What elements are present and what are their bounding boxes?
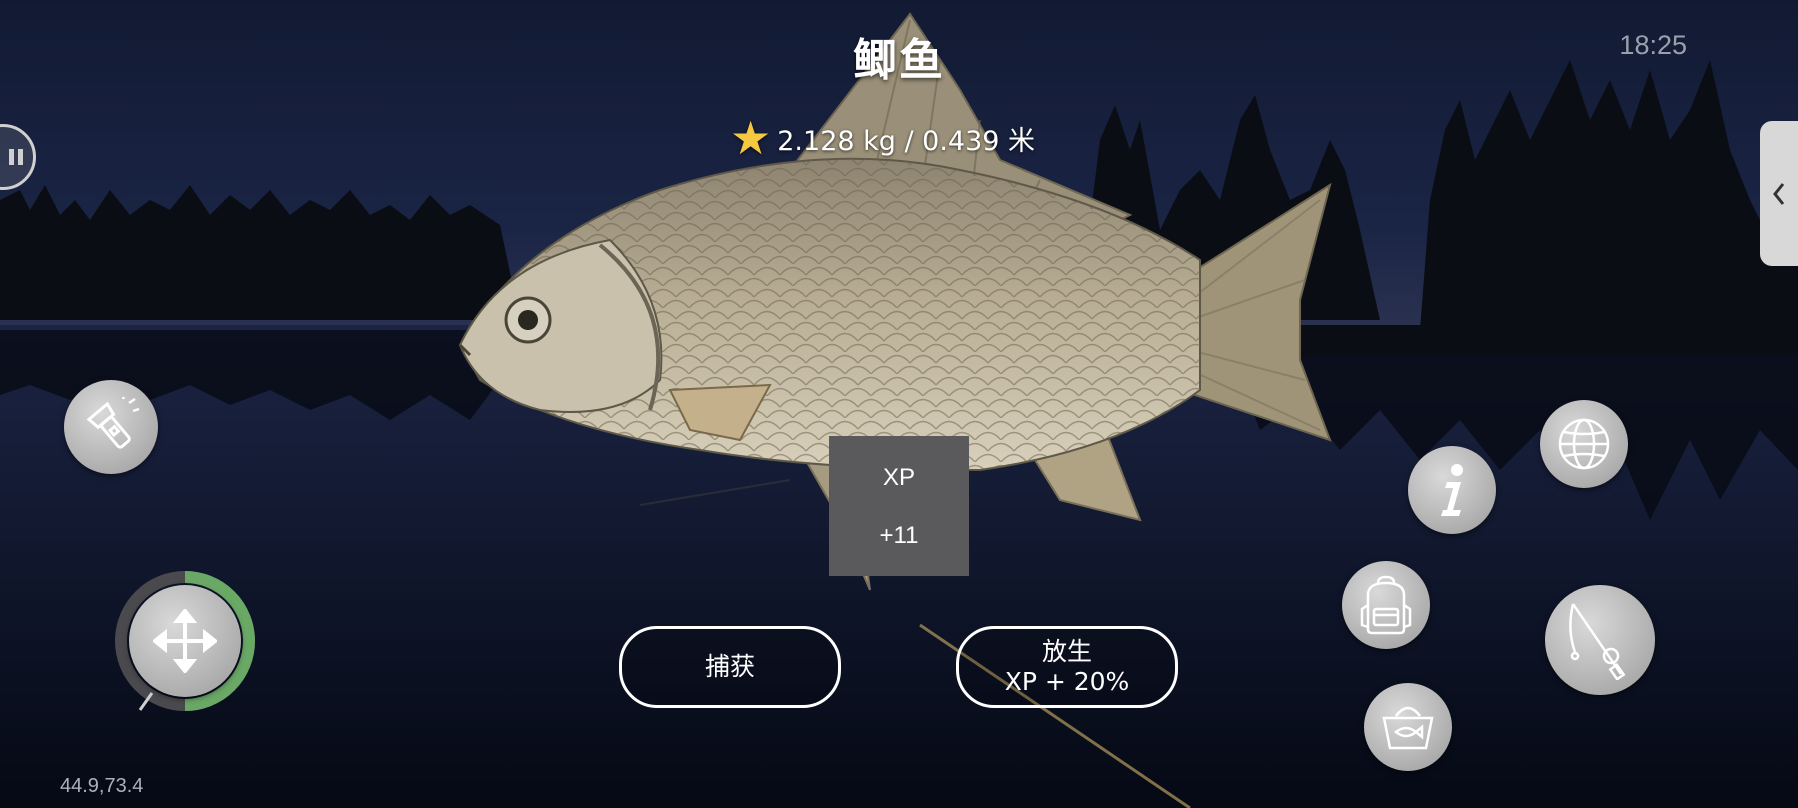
xp-reward-popup: XP +11 [829, 436, 969, 576]
star-icon: ★ [730, 111, 772, 165]
chevron-left-icon [1773, 182, 1785, 205]
keep-fish-label: 捕获 [704, 652, 755, 681]
fishing-rod-icon [1569, 603, 1626, 680]
xp-value: +11 [879, 522, 919, 549]
globe-icon [1558, 418, 1610, 470]
move-arrows-icon [153, 609, 217, 673]
player-coordinates: 44.9,73.4 [60, 775, 144, 797]
fish-stats: ★ 2.128 kg / 0.439 米 [730, 114, 1035, 162]
fish-basket-icon [1382, 706, 1434, 750]
game-scene: 鲫鱼 ★ 2.128 kg / 0.439 米 18:25 44.9,73.4 … [0, 0, 1798, 808]
info-icon [1441, 464, 1463, 516]
release-fish-button[interactable]: 放生 XP + 20% [956, 626, 1178, 708]
release-fish-label: 放生 [1041, 637, 1092, 666]
keepnet-button[interactable] [1364, 683, 1452, 771]
xp-label: XP [882, 464, 915, 491]
fish-name-title: 鲫鱼 [853, 35, 945, 86]
backpack-icon [1360, 575, 1412, 635]
keep-fish-button[interactable]: 捕获 [619, 626, 841, 708]
fishing-rod-button[interactable] [1545, 585, 1655, 695]
info-button[interactable] [1408, 446, 1496, 534]
joystick-knob[interactable] [129, 585, 241, 697]
backpack-button[interactable] [1342, 561, 1430, 649]
clock-time: 18:25 [1619, 30, 1687, 60]
release-bonus-label: XP + 20% [1004, 667, 1130, 696]
movement-joystick[interactable] [114, 570, 256, 712]
side-panel-toggle[interactable] [1760, 121, 1798, 266]
flashlight-icon [86, 397, 140, 449]
map-globe-button[interactable] [1540, 400, 1628, 488]
pause-icon [9, 149, 23, 165]
fish-weight-length: 2.128 kg / 0.439 米 [777, 125, 1036, 157]
flashlight-button[interactable] [64, 380, 158, 474]
pause-button[interactable] [0, 124, 36, 190]
